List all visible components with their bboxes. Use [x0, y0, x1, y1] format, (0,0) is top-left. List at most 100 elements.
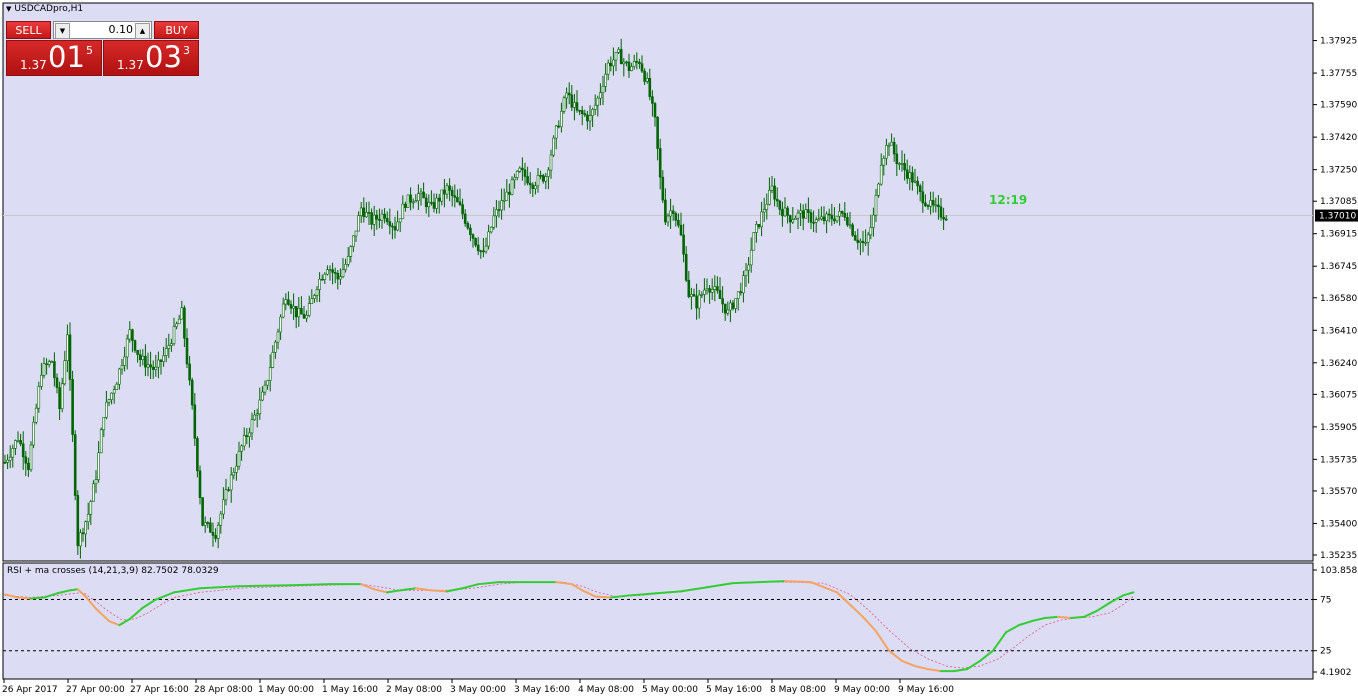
candle-body [869, 227, 873, 236]
price-tick-label: 1.35905 [1320, 423, 1357, 433]
current-price-label: 1.37010 [1319, 212, 1356, 222]
candle-body [534, 185, 537, 190]
candle-body [822, 216, 826, 222]
candle-body [518, 167, 522, 172]
candle-body [112, 389, 116, 394]
candle-body [294, 306, 298, 318]
candle-body [105, 401, 108, 418]
buy-button[interactable]: BUY [154, 21, 199, 39]
candle-body [76, 495, 80, 547]
candle-body [370, 212, 373, 225]
candle-body [281, 303, 285, 318]
candle-body [393, 226, 397, 231]
candle-body [458, 201, 462, 205]
time-tick-label: 1 May 00:00 [258, 685, 314, 695]
candle-body [895, 153, 899, 164]
candle-body [609, 62, 613, 67]
candle-body [307, 303, 311, 316]
candle-body [45, 363, 48, 365]
candle-body [86, 514, 90, 523]
candle-body [482, 250, 485, 253]
candle-body [396, 221, 399, 231]
symbol-dropdown-icon[interactable]: ▼ [6, 5, 11, 13]
price-tick-label: 1.35735 [1320, 455, 1357, 465]
candle-body [557, 125, 561, 128]
rsi-line-segment [290, 583, 331, 587]
candle-body [570, 94, 574, 108]
candle-body [263, 384, 267, 393]
time-tick-label: 5 May 16:00 [706, 685, 762, 695]
buy-price[interactable]: 1.37 03 3 [103, 40, 199, 76]
candle-body [536, 175, 540, 187]
candle-body [547, 169, 550, 177]
sell-price[interactable]: 1.37 01 5 [6, 40, 102, 76]
candle-body [253, 414, 256, 420]
candle-body [510, 179, 514, 195]
candle-body [128, 329, 132, 340]
candle-body [84, 521, 87, 535]
candle-body [921, 191, 925, 204]
time-tick-label: 9 May 16:00 [898, 685, 954, 695]
candle-body [804, 209, 808, 219]
candle-body [934, 204, 938, 207]
candle-body [788, 215, 792, 223]
candle-body [666, 215, 670, 223]
candle-body [567, 92, 571, 96]
candle-body [159, 359, 163, 362]
candle-body [115, 383, 119, 390]
candle-body [661, 176, 665, 201]
candle-body [489, 226, 493, 233]
lot-decrease-icon[interactable]: ▼ [55, 23, 70, 39]
candle-body [866, 234, 870, 243]
candle-body [552, 137, 555, 156]
candle-body [755, 224, 758, 233]
candle-body [367, 211, 371, 214]
candle-body [892, 142, 896, 155]
rsi-line-segment [1044, 615, 1059, 619]
price-tick-label: 1.36745 [1320, 262, 1357, 272]
candle-body [201, 497, 204, 526]
candle-body [362, 207, 366, 218]
candle-body [939, 206, 943, 218]
time-tick-label: 3 May 00:00 [450, 685, 506, 695]
candle-body [825, 213, 828, 222]
lot-size-value[interactable]: 0.10 [109, 23, 134, 36]
candle-body [474, 238, 477, 246]
candle-body [625, 61, 628, 64]
lot-size-field[interactable]: ▼ 0.10 ▲ [53, 21, 152, 39]
candle-body [833, 218, 836, 222]
candle-body [742, 275, 745, 294]
candle-body [882, 157, 886, 166]
candle-body [380, 213, 384, 221]
candle-body [151, 366, 155, 370]
chart-area[interactable]: 1.379251.377551.375901.374201.372501.370… [0, 0, 1358, 700]
candle-body [198, 470, 202, 498]
candle-body [357, 215, 360, 232]
candle-body [141, 355, 145, 360]
candle-body [651, 96, 654, 104]
candle-body [505, 191, 509, 201]
candle-body [92, 483, 95, 502]
candle-body [188, 363, 191, 381]
candle-body [580, 110, 584, 114]
candle-body [638, 61, 641, 64]
candle-body [479, 250, 483, 253]
candle-body [801, 210, 805, 219]
candle-body [739, 291, 743, 294]
candle-body [27, 462, 30, 470]
candle-body [820, 216, 823, 220]
candle-body [138, 354, 142, 360]
candle-body [723, 303, 727, 314]
time-tick-label: 1 May 16:00 [322, 685, 378, 695]
rsi-line-segment [430, 589, 448, 593]
candle-body [606, 62, 610, 75]
candle-body [684, 253, 688, 281]
candle-body [149, 364, 152, 368]
candle-body [716, 286, 719, 291]
candle-body [848, 224, 852, 227]
candle-body [471, 234, 475, 239]
candle-body [703, 289, 706, 295]
sell-button[interactable]: SELL [6, 21, 51, 39]
price-tick-label: 1.36075 [1320, 390, 1357, 400]
lot-increase-icon[interactable]: ▲ [135, 23, 150, 39]
